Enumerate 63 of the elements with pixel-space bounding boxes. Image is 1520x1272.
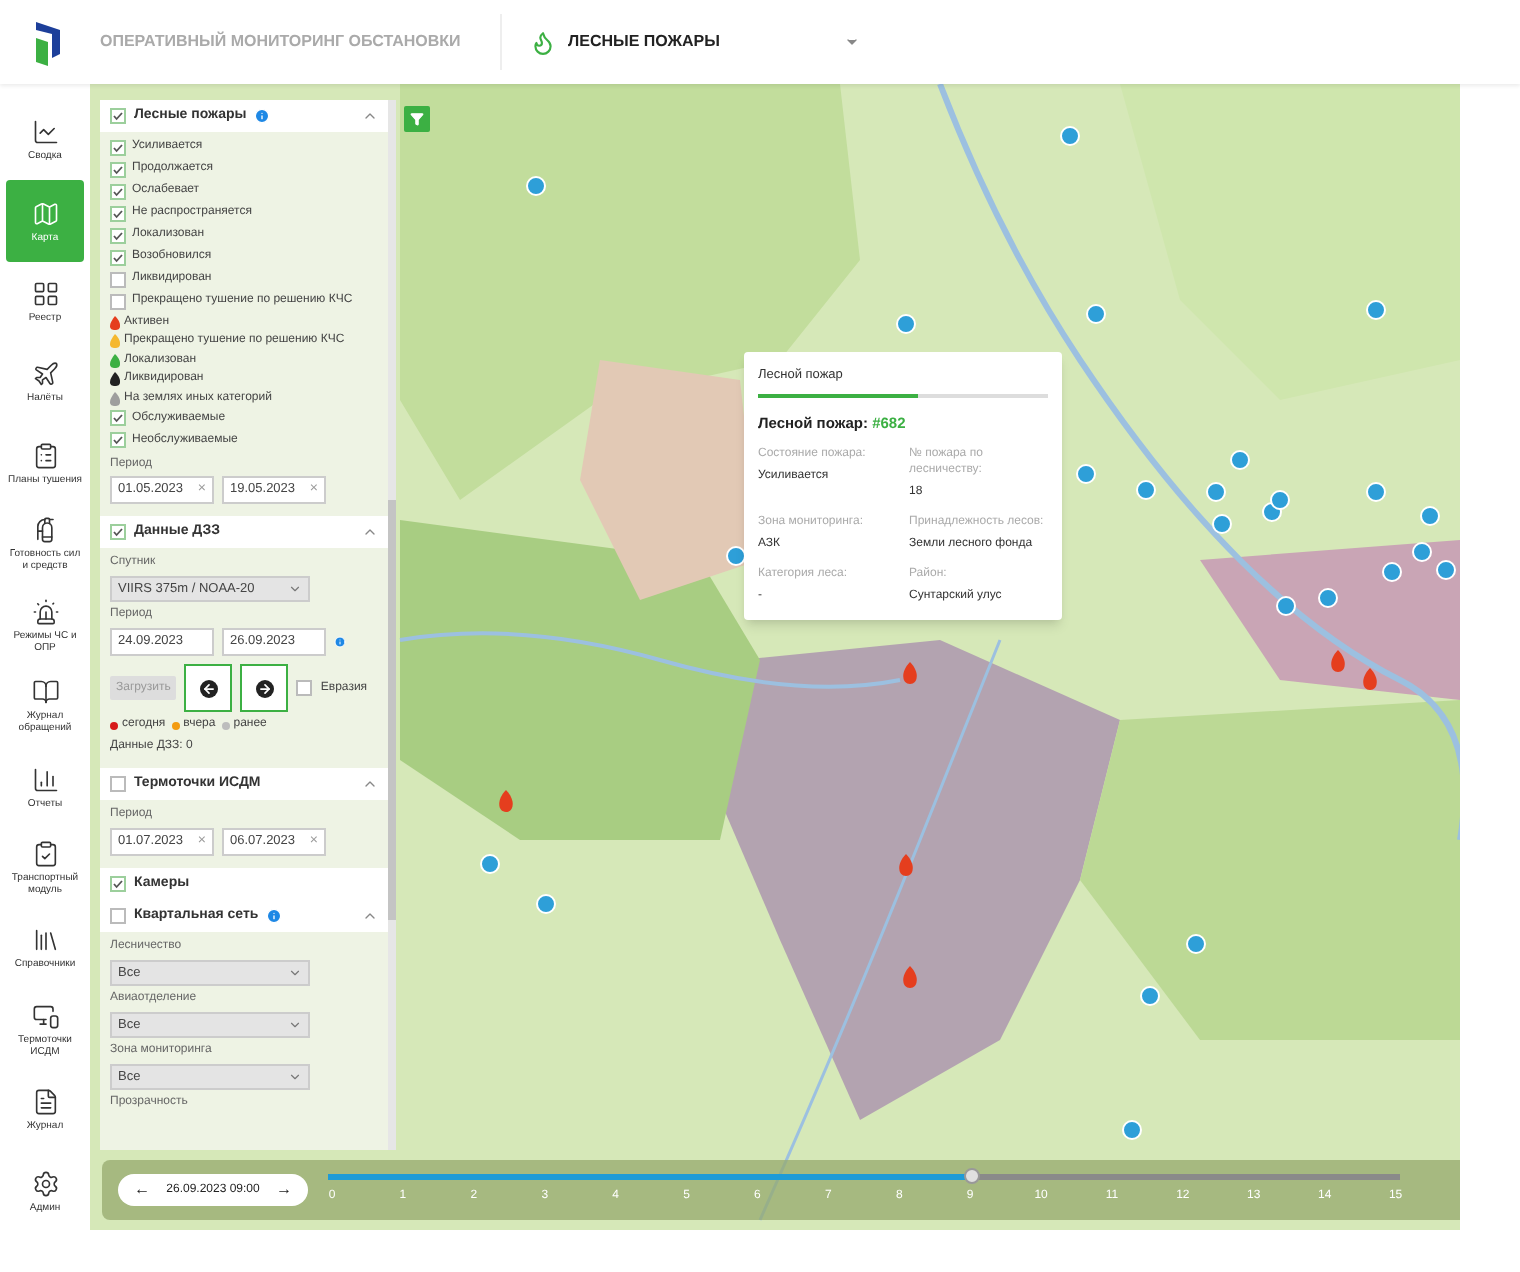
fire-marker-icon[interactable] bbox=[1331, 650, 1345, 672]
previous-button[interactable] bbox=[184, 664, 233, 712]
info-icon bbox=[334, 636, 346, 648]
previous-button[interactable]: ← bbox=[134, 1178, 150, 1202]
checkbox[interactable] bbox=[110, 271, 126, 288]
layer-dropdown[interactable]: ЛЕСНЫЕ ПОЖАРЫ bbox=[568, 30, 860, 54]
clipboard-icon bbox=[31, 441, 59, 470]
checkbox[interactable] bbox=[110, 205, 126, 222]
clipboard-icon bbox=[31, 840, 59, 868]
checkmark-icon bbox=[112, 110, 124, 122]
next-button[interactable] bbox=[240, 664, 289, 712]
plane-icon bbox=[31, 360, 59, 389]
checkbox[interactable] bbox=[110, 161, 126, 178]
checkmark-icon bbox=[112, 878, 124, 890]
checkbox[interactable] bbox=[110, 524, 126, 540]
filter-icon bbox=[410, 112, 424, 126]
fire-marker-icon[interactable] bbox=[899, 854, 913, 876]
settings-icon bbox=[31, 1169, 59, 1198]
document-icon bbox=[31, 1088, 59, 1117]
checkmark-icon bbox=[112, 526, 124, 538]
chart-icon bbox=[31, 118, 59, 147]
checkbox[interactable] bbox=[110, 410, 126, 427]
checkbox[interactable] bbox=[110, 432, 126, 449]
caret-icon bbox=[288, 582, 302, 596]
slider-thumb[interactable] bbox=[963, 1168, 980, 1184]
next-button[interactable]: → bbox=[276, 1178, 292, 1202]
collapse-icon[interactable] bbox=[362, 776, 378, 792]
filter-button[interactable] bbox=[404, 106, 430, 132]
fire-marker-icon[interactable] bbox=[499, 790, 513, 812]
grid-icon bbox=[31, 280, 59, 309]
collapse-icon[interactable] bbox=[362, 524, 378, 540]
checkbox[interactable] bbox=[110, 108, 126, 124]
checkbox[interactable] bbox=[110, 776, 126, 792]
checkbox[interactable] bbox=[110, 249, 126, 266]
app-title: ОПЕРАТИВНЫЙ МОНИТОРИНГ ОБСТАНОВКИ bbox=[100, 30, 463, 54]
arrow-left-icon bbox=[199, 679, 218, 697]
siren-icon bbox=[31, 597, 59, 626]
fire-icon bbox=[530, 29, 556, 55]
fire-marker-icon[interactable] bbox=[903, 966, 917, 988]
checkbox[interactable] bbox=[110, 876, 126, 892]
timeline-track[interactable] bbox=[328, 1174, 1400, 1180]
checkbox[interactable] bbox=[110, 293, 126, 310]
collapse-icon[interactable] bbox=[362, 108, 378, 124]
map-icon bbox=[31, 199, 59, 228]
checkbox[interactable] bbox=[110, 183, 126, 200]
checkbox[interactable] bbox=[110, 227, 126, 244]
caret-icon bbox=[844, 34, 860, 50]
info-icon bbox=[266, 908, 283, 924]
bar-chart-icon bbox=[31, 765, 59, 794]
arrow-right-icon bbox=[255, 679, 274, 697]
fire-marker-icon[interactable] bbox=[903, 662, 917, 684]
monitor-icon bbox=[31, 1001, 59, 1030]
caret-icon bbox=[288, 1070, 302, 1084]
caret-icon bbox=[288, 1018, 302, 1032]
checkbox[interactable] bbox=[110, 908, 126, 924]
fire-marker-icon[interactable] bbox=[1363, 668, 1377, 690]
checkbox[interactable] bbox=[296, 680, 313, 696]
checkbox[interactable] bbox=[110, 139, 126, 156]
info-icon bbox=[254, 108, 271, 124]
logo-icon bbox=[32, 18, 64, 66]
collapse-icon[interactable] bbox=[362, 908, 378, 924]
caret-icon bbox=[288, 966, 302, 980]
extinguisher-icon bbox=[31, 516, 59, 545]
